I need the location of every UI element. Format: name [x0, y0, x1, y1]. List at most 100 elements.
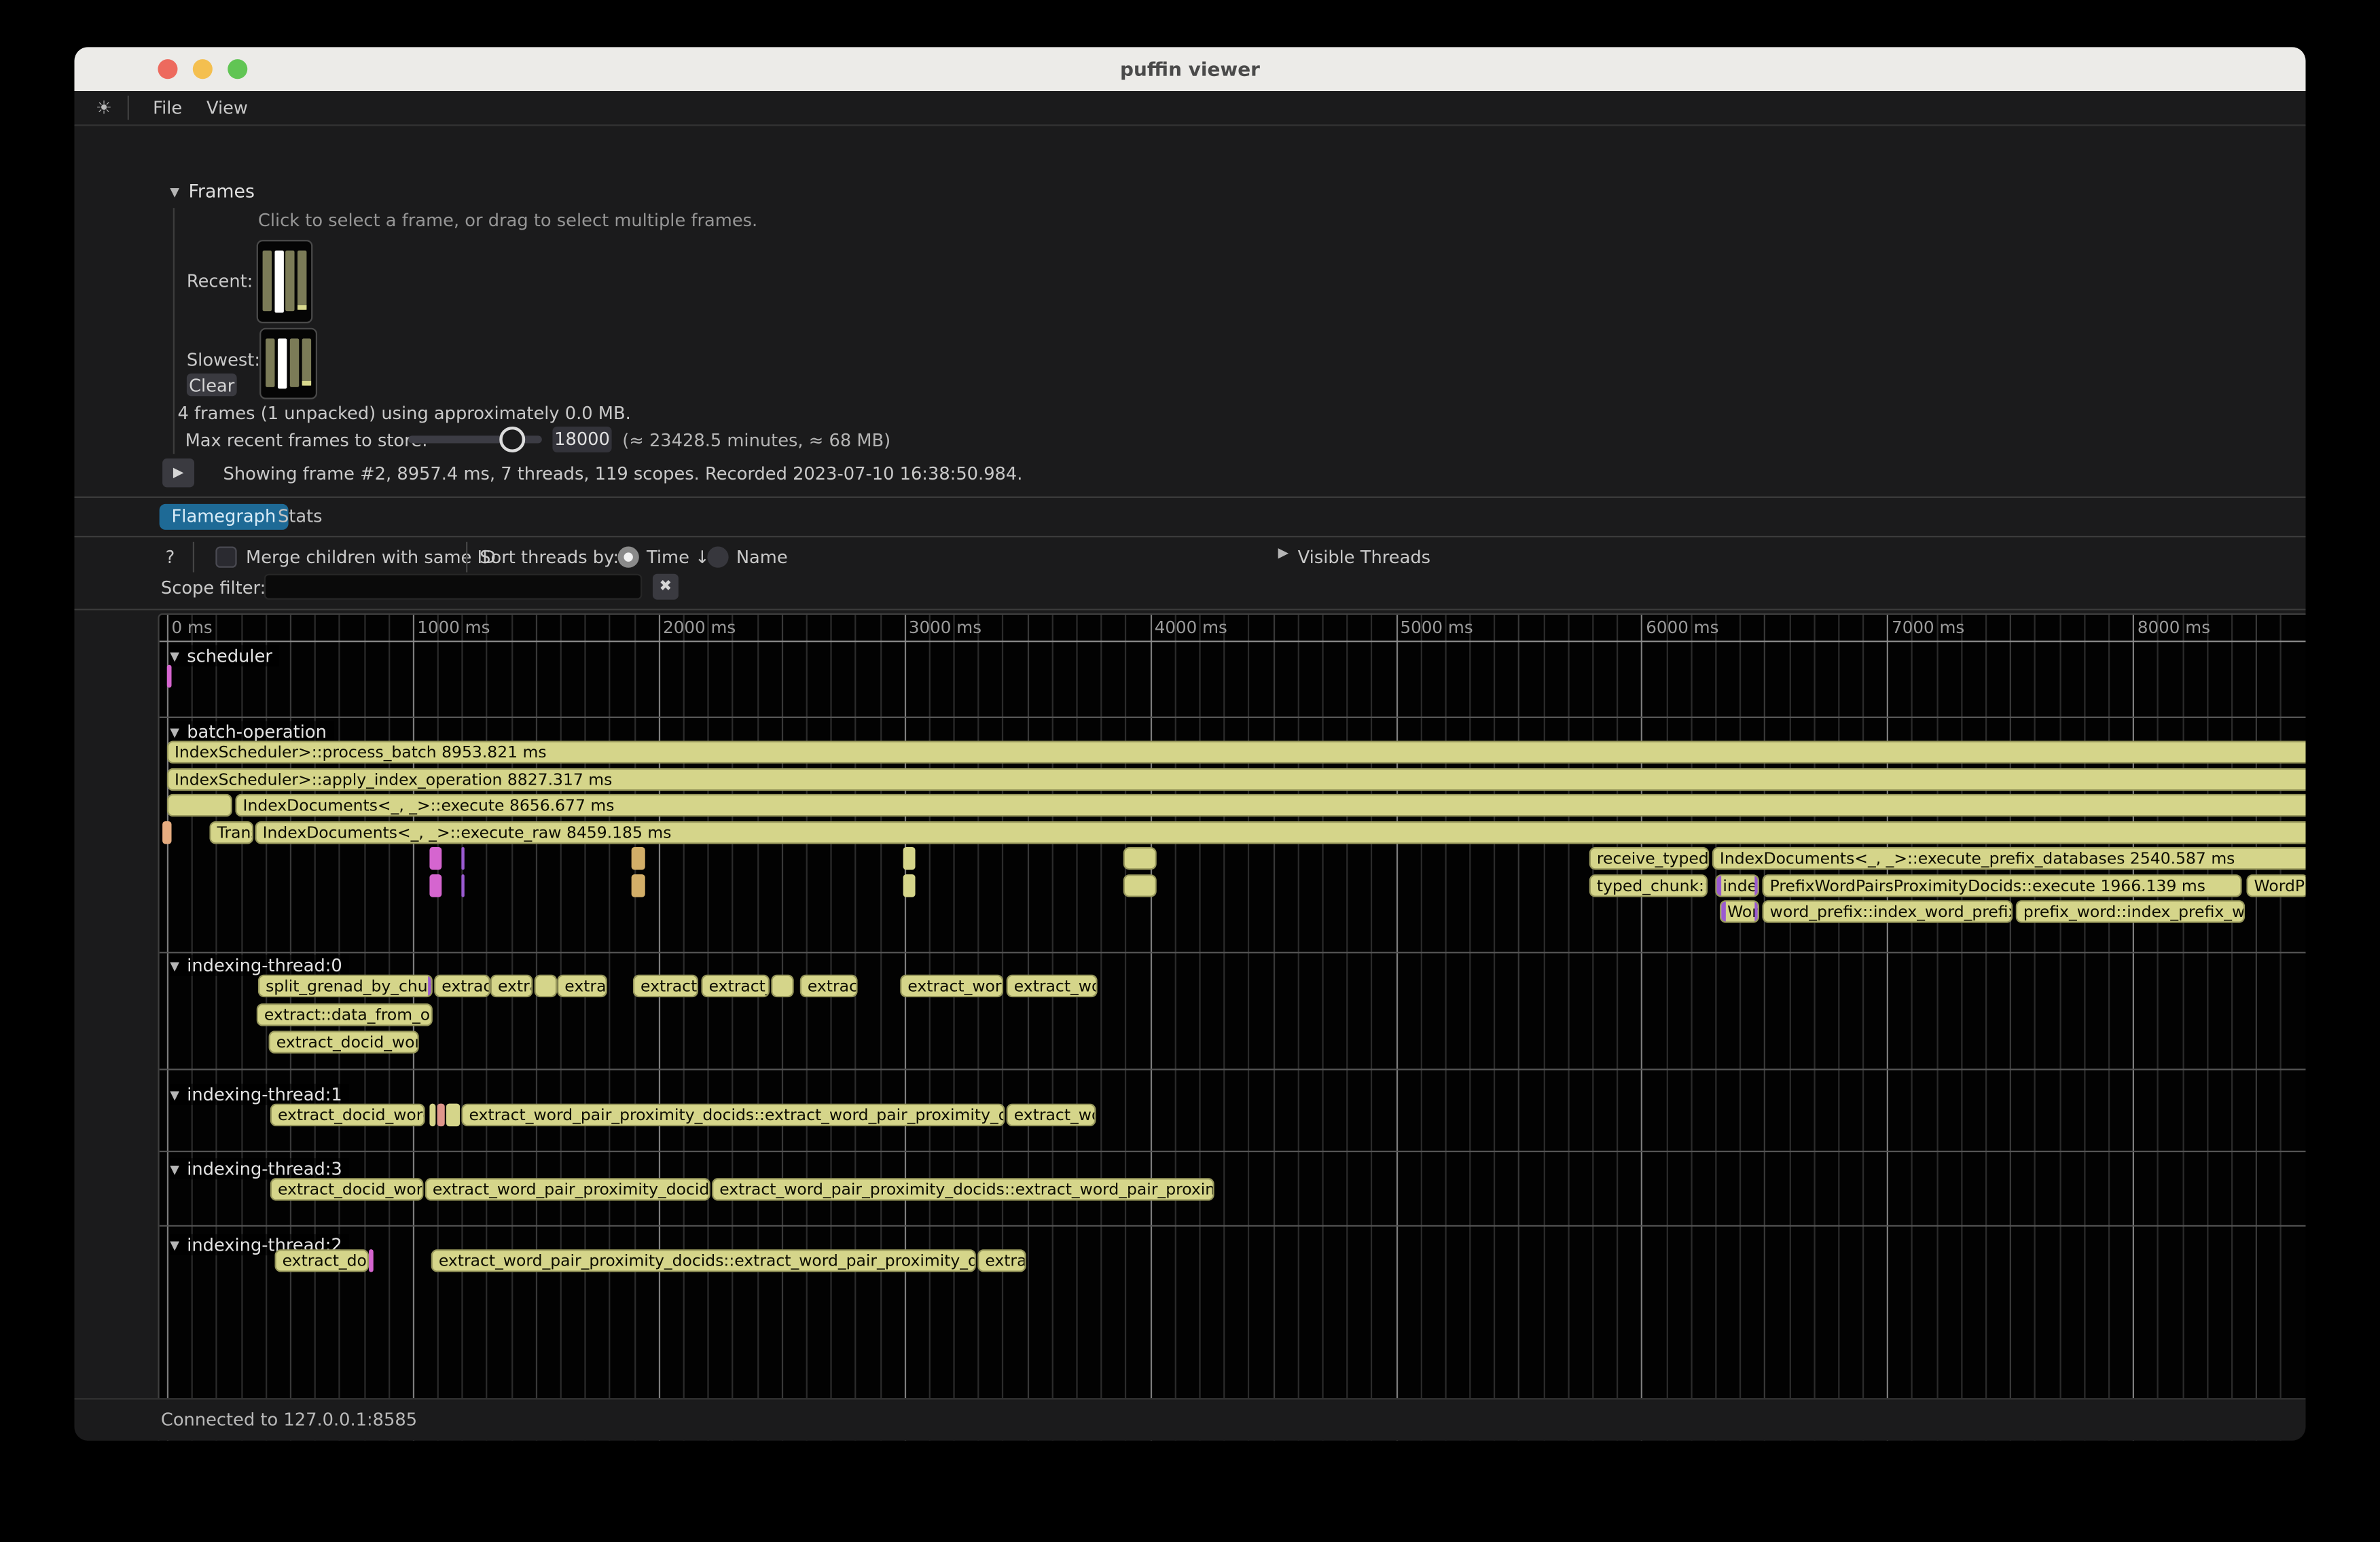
scope-bar[interactable] — [437, 1104, 445, 1127]
scope-filter-input[interactable] — [264, 574, 642, 600]
scope-bar[interactable] — [770, 975, 793, 998]
collapse-triangle-icon: ▼ — [170, 725, 179, 738]
scope-bar[interactable]: IndexDocuments<_, _>::execute 8656.677 m… — [235, 794, 2305, 817]
scope-bar[interactable] — [167, 794, 232, 817]
visible-threads-arrow-icon[interactable]: ▶ — [1278, 546, 1288, 561]
scope-bar[interactable]: extract_docid_word — [270, 1104, 425, 1127]
thread-header[interactable]: ▼indexing-thread:1 — [170, 1084, 350, 1105]
scope-bar[interactable] — [429, 847, 441, 870]
frame-bar[interactable] — [274, 251, 284, 313]
max-frames-value[interactable]: 18000 — [552, 427, 611, 452]
scope-bar[interactable]: extrac — [557, 975, 607, 998]
recent-frames-thumbnail[interactable] — [257, 240, 313, 323]
scope-bar[interactable]: extrac — [977, 1249, 1026, 1272]
scope-bar[interactable] — [632, 847, 645, 870]
sort-time-radio[interactable] — [618, 546, 639, 567]
frame-bar[interactable] — [286, 251, 295, 311]
tab-flamegraph[interactable]: Flamegraph — [160, 504, 289, 530]
thread-header[interactable]: ▼batch-operation — [170, 721, 334, 742]
scope-bar[interactable]: extract_docid_word — [269, 1030, 419, 1054]
scope-bar[interactable]: extract_wo — [1007, 1104, 1096, 1127]
frame-bar[interactable] — [278, 338, 287, 389]
frame-bar[interactable] — [289, 338, 299, 387]
sort-time-label[interactable]: Time ↓ — [647, 546, 710, 567]
scope-bar[interactable]: extract — [434, 975, 490, 998]
scope-bar[interactable]: extract_word — [900, 975, 1003, 998]
scope-bar[interactable]: extract — [800, 975, 858, 998]
recent-label: Recent: — [187, 270, 253, 291]
frame-bar[interactable] — [266, 338, 275, 387]
scope-bar[interactable]: Trans — [209, 821, 253, 844]
frame-bar[interactable] — [263, 251, 272, 311]
scope-bar[interactable] — [461, 847, 464, 870]
merge-children-checkbox[interactable] — [215, 546, 236, 567]
menu-view[interactable]: View — [194, 97, 260, 118]
thread-header[interactable]: ▼indexing-thread:0 — [170, 955, 350, 976]
scope-bar[interactable] — [903, 874, 916, 897]
thread-header[interactable]: ▼scheduler — [170, 645, 280, 666]
scope-bar[interactable] — [429, 1104, 435, 1127]
scope-bar[interactable]: receive_typed_ — [1589, 847, 1710, 870]
scope-bar[interactable] — [429, 874, 441, 897]
scope-bar[interactable]: PrefixWordPairsProximityDocids::execute … — [1762, 874, 2241, 897]
scope-bar[interactable]: extract_word_pair_proximity_docids::extr… — [712, 1178, 1214, 1201]
scope-bar[interactable] — [369, 1249, 374, 1272]
merge-children-label[interactable]: Merge children with same ID — [246, 546, 496, 567]
slider-knob[interactable] — [499, 427, 525, 452]
theme-toggle-icon[interactable]: ☀ — [96, 97, 112, 118]
scope-bar[interactable] — [1123, 874, 1157, 897]
menu-file[interactable]: File — [141, 97, 194, 118]
thread-header[interactable]: ▼indexing-thread:3 — [170, 1158, 350, 1179]
frame-bar[interactable] — [302, 338, 311, 386]
axis-tick-label: 5000 ms — [1401, 618, 1473, 638]
clear-filter-button[interactable]: ✖ — [653, 574, 679, 600]
frame-bar[interactable] — [298, 251, 307, 310]
scope-bar[interactable]: IndexScheduler>::process_batch 8953.821 … — [167, 741, 2306, 764]
scope-bar[interactable] — [167, 665, 171, 688]
axis-tick-label: 2000 ms — [663, 618, 736, 638]
scope-bar[interactable]: extract_ — [633, 975, 698, 998]
scope-bar[interactable]: extract_wo — [1007, 975, 1098, 998]
gridline — [1297, 615, 1299, 1441]
scope-bar[interactable] — [533, 975, 556, 998]
scope-bar[interactable]: extract::data_from_ob — [257, 1003, 433, 1026]
scope-bar[interactable]: IndexDocuments<_, _>::execute_raw 8459.1… — [255, 821, 2305, 844]
scope-bar[interactable] — [632, 874, 645, 897]
scope-bar[interactable]: word_prefix::index_word_prefix_ — [1762, 900, 2013, 923]
tab-stats[interactable]: Stats — [278, 504, 323, 530]
scope-bar[interactable]: prefix_word::index_prefix_wo — [2016, 900, 2245, 923]
scope-bar[interactable]: extract_docid_word — [270, 1178, 424, 1201]
scope-bar[interactable]: typed_chunk::w — [1589, 874, 1708, 897]
scope-bar[interactable]: extract_word_pair_proximity_docids::extr… — [431, 1249, 976, 1272]
clear-button[interactable]: Clear — [187, 374, 237, 397]
axis-tick-label: 8000 ms — [2138, 618, 2210, 638]
scope-bar[interactable]: WordPr — [2246, 874, 2305, 897]
scope-bar[interactable]: extract_doc — [274, 1249, 369, 1272]
scope-bar[interactable]: split_grenad_by_chun — [258, 975, 433, 998]
slowest-frames-thumbnail[interactable] — [259, 328, 317, 399]
visible-threads-header[interactable]: Visible Threads — [1298, 546, 1430, 567]
frames-section-header[interactable]: ▼ Frames — [170, 181, 255, 202]
scope-bar[interactable]: extra — [490, 975, 533, 998]
sort-name-radio[interactable] — [707, 546, 728, 567]
scope-bar[interactable] — [461, 874, 464, 897]
help-button[interactable]: ? — [166, 546, 175, 567]
flamegraph-canvas[interactable]: 0 ms0 ms1000 ms1000 ms2000 ms2000 ms3000… — [158, 613, 2305, 1441]
scope-bar[interactable] — [1123, 847, 1157, 870]
thread-name: scheduler — [187, 645, 272, 666]
axis-tick-label: 0 ms — [172, 618, 213, 638]
scope-bar[interactable]: IndexScheduler>::apply_index_operation 8… — [167, 768, 2306, 791]
sort-name-label[interactable]: Name — [736, 546, 788, 567]
scope-bar[interactable]: extract_word_pair_proximity_docids::extr… — [461, 1104, 1005, 1127]
scope-bar[interactable]: index — [1715, 874, 1759, 897]
scope-bar[interactable]: IndexDocuments<_, _>::execute_prefix_dat… — [1712, 847, 2306, 870]
frames-hint-text: Click to select a frame, or drag to sele… — [258, 209, 757, 230]
play-button[interactable]: ▶ — [162, 459, 194, 487]
scope-bar[interactable]: Word — [1720, 900, 1759, 923]
scope-bar[interactable] — [903, 847, 916, 870]
scope-bar[interactable]: extract_word_pair_proximity_docids — [425, 1178, 710, 1201]
scope-bar[interactable] — [162, 821, 171, 844]
scope-bar[interactable] — [446, 1104, 460, 1127]
scope-edge — [1716, 875, 1720, 895]
scope-bar[interactable]: extract_ — [701, 975, 770, 998]
